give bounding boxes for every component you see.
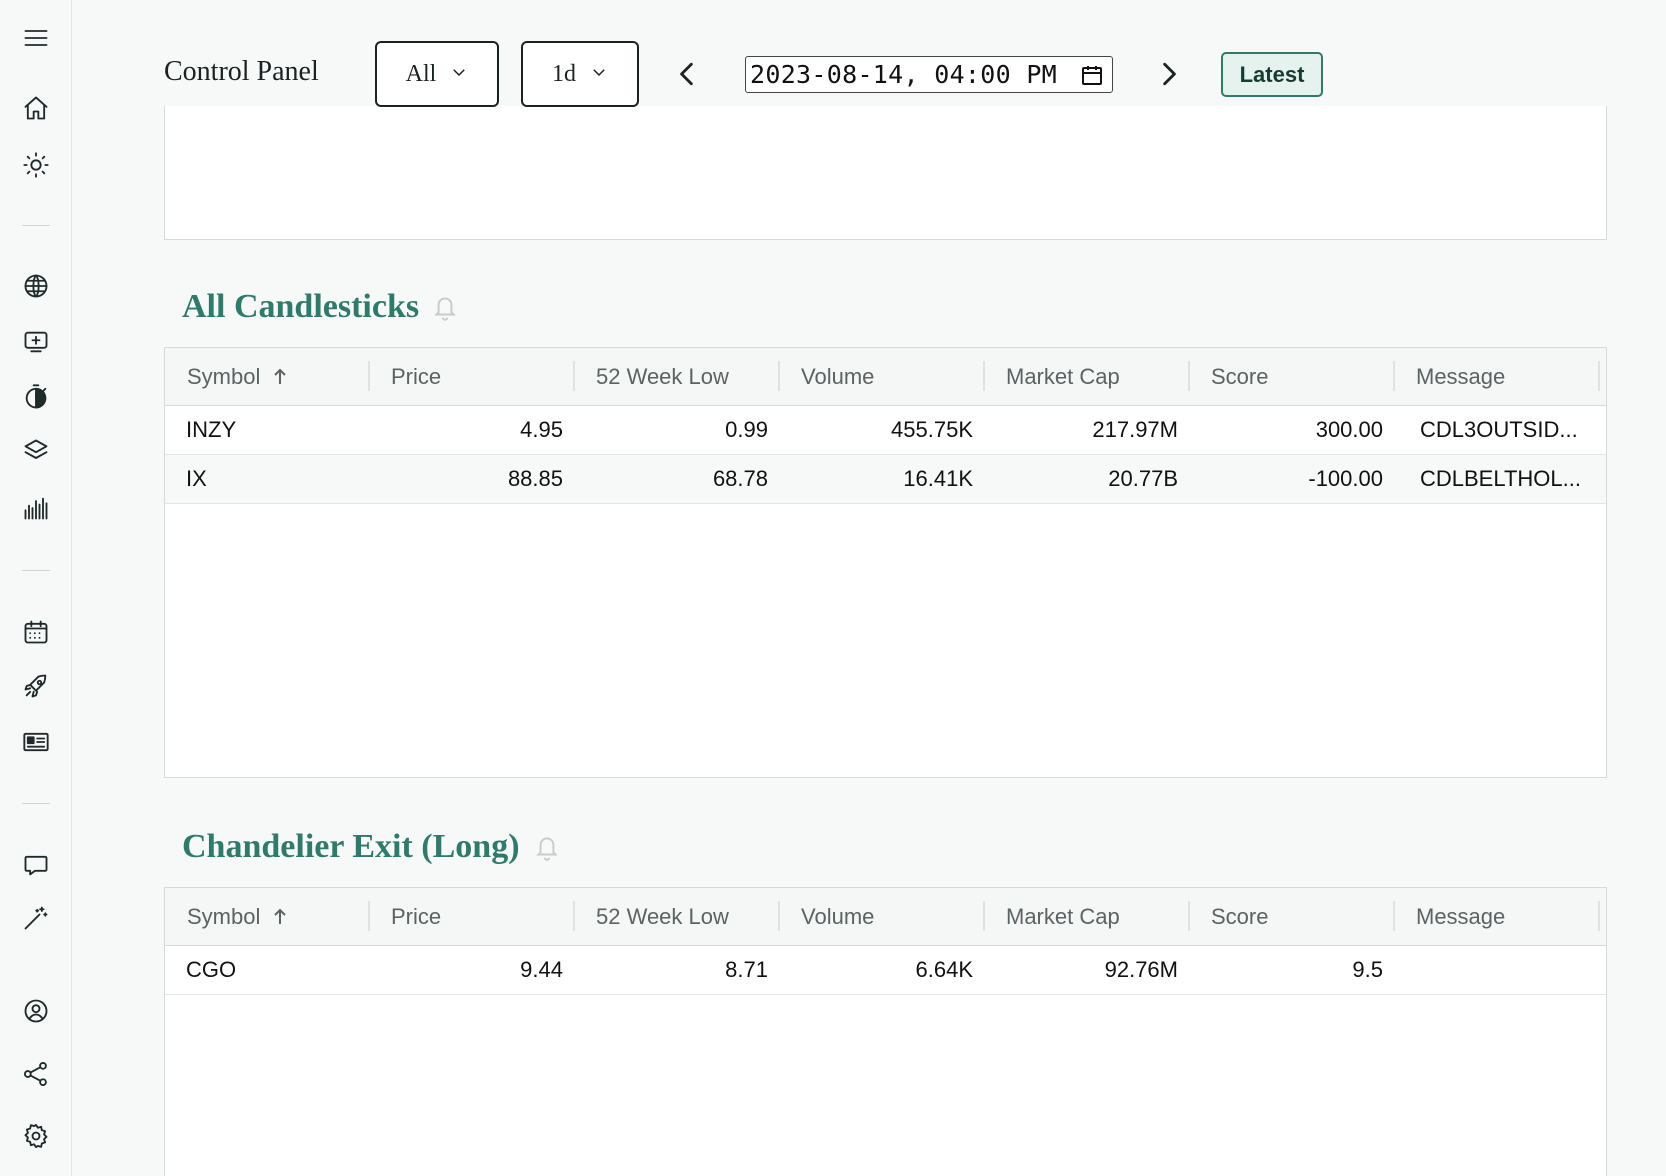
cell-price: 9.44 — [520, 957, 563, 982]
table-row[interactable]: INZY 4.95 0.99 455.75K 217.97M 300.00 CD… — [165, 406, 1606, 455]
next-date-button[interactable] — [1152, 56, 1186, 92]
column-header-message[interactable]: Message — [1416, 888, 1505, 946]
stopwatch-icon[interactable] — [20, 381, 52, 413]
control-panel-header: Control Panel All 1d 2023-08-14, 04:00 P… — [72, 0, 1666, 107]
column-header-market-cap[interactable]: Market Cap — [1006, 348, 1120, 406]
datetime-input-value: 2023-08-14, 04:00 PM — [750, 60, 1058, 89]
column-separator[interactable] — [368, 361, 370, 391]
sidebar-divider — [22, 803, 50, 804]
column-separator[interactable] — [573, 901, 575, 931]
chandelier-exit-long-table: Symbol Price 52 Week Low Volume Market C… — [164, 887, 1607, 1176]
globe-icon[interactable] — [20, 270, 52, 302]
home-icon[interactable] — [20, 92, 52, 124]
column-separator[interactable] — [573, 361, 575, 391]
layers-icon[interactable] — [20, 435, 52, 467]
cell-market-cap: 20.77B — [1108, 466, 1178, 491]
column-separator[interactable] — [1598, 361, 1600, 391]
column-header-market-cap[interactable]: Market Cap — [1006, 888, 1120, 946]
sort-ascending-icon[interactable] — [272, 907, 288, 927]
calendar-icon[interactable] — [20, 616, 52, 648]
user-circle-icon[interactable] — [20, 995, 52, 1027]
latest-button[interactable]: Latest — [1221, 52, 1323, 97]
page-title: Control Panel — [164, 56, 319, 87]
column-separator[interactable] — [1393, 361, 1395, 391]
column-header-message[interactable]: Message — [1416, 348, 1505, 406]
column-separator[interactable] — [778, 901, 780, 931]
column-header-symbol[interactable]: Symbol — [187, 888, 288, 946]
rocket-icon[interactable] — [20, 670, 52, 702]
table-row[interactable]: CGO 9.44 8.71 6.64K 92.76M 9.5 — [165, 946, 1606, 995]
sun-icon[interactable] — [20, 149, 52, 181]
cell-52-week-low: 0.99 — [725, 417, 768, 442]
column-separator[interactable] — [1188, 361, 1190, 391]
cell-symbol[interactable]: CGO — [186, 946, 236, 994]
column-header-symbol[interactable]: Symbol — [187, 348, 288, 406]
table-row[interactable]: IX 88.85 68.78 16.41K 20.77B -100.00 CDL… — [165, 455, 1606, 504]
table-header: Symbol Price 52 Week Low Volume Market C… — [165, 348, 1606, 406]
cell-price: 4.95 — [520, 417, 563, 442]
cell-volume: 455.75K — [891, 417, 973, 442]
newspaper-icon[interactable] — [20, 726, 52, 758]
barcode-chart-icon[interactable] — [20, 492, 52, 524]
column-header-52-week-low[interactable]: 52 Week Low — [596, 348, 729, 406]
menu-icon[interactable] — [20, 22, 52, 54]
sidebar-divider — [22, 570, 50, 571]
column-separator[interactable] — [1393, 901, 1395, 931]
column-header-score[interactable]: Score — [1211, 888, 1268, 946]
column-separator[interactable] — [1598, 901, 1600, 931]
column-header-volume[interactable]: Volume — [801, 888, 874, 946]
cell-message — [1420, 946, 1590, 994]
sidebar — [0, 0, 72, 1176]
section-title-chandelier-exit-long: Chandelier Exit (Long) — [182, 828, 520, 865]
column-header-volume[interactable]: Volume — [801, 348, 874, 406]
section-title-all-candlesticks: All Candlesticks — [182, 288, 420, 325]
cell-52-week-low: 8.71 — [725, 957, 768, 982]
cell-52-week-low: 68.78 — [712, 466, 768, 491]
interval-dropdown[interactable]: 1d — [521, 41, 639, 107]
cell-message: CDLBELTHOL... — [1420, 466, 1581, 491]
chevron-down-icon — [450, 61, 468, 88]
cell-message: CDL3OUTSID... — [1420, 417, 1578, 442]
datetime-input[interactable]: 2023-08-14, 04:00 PM — [745, 56, 1113, 93]
add-display-icon[interactable] — [20, 326, 52, 358]
previous-date-button[interactable] — [670, 56, 704, 92]
chevron-down-icon — [590, 61, 608, 88]
magic-wand-icon[interactable] — [20, 902, 52, 934]
sidebar-divider — [22, 225, 50, 226]
filter-dropdown[interactable]: All — [375, 41, 499, 107]
bell-icon[interactable] — [432, 292, 458, 322]
sort-ascending-icon[interactable] — [272, 367, 288, 387]
column-header-52-week-low[interactable]: 52 Week Low — [596, 888, 729, 946]
column-header-score[interactable]: Score — [1211, 348, 1268, 406]
gear-icon[interactable] — [20, 1120, 52, 1152]
cell-score: 300.00 — [1315, 417, 1383, 442]
column-header-price[interactable]: Price — [391, 888, 441, 946]
interval-dropdown-value: 1d — [552, 60, 576, 87]
column-separator[interactable] — [983, 901, 985, 931]
column-separator[interactable] — [778, 361, 780, 391]
all-candlesticks-table: Symbol Price 52 Week Low Volume Market C… — [164, 347, 1607, 778]
table-header: Symbol Price 52 Week Low Volume Market C… — [165, 888, 1606, 946]
cell-symbol[interactable]: IX — [186, 455, 207, 503]
cell-score: 9.5 — [1352, 957, 1383, 982]
filter-dropdown-value: All — [405, 60, 437, 87]
column-separator[interactable] — [983, 361, 985, 391]
column-separator[interactable] — [368, 901, 370, 931]
chat-icon[interactable] — [20, 849, 52, 881]
cell-market-cap: 217.97M — [1092, 417, 1178, 442]
previous-section-panel — [164, 98, 1607, 240]
cell-volume: 6.64K — [915, 957, 974, 982]
cell-symbol[interactable]: INZY — [186, 406, 236, 454]
column-separator[interactable] — [1188, 901, 1190, 931]
cell-volume: 16.41K — [903, 466, 973, 491]
column-header-price[interactable]: Price — [391, 348, 441, 406]
share-icon[interactable] — [20, 1058, 52, 1090]
cell-score: -100.00 — [1308, 466, 1383, 491]
column-header-label: Symbol — [187, 364, 261, 389]
cell-market-cap: 92.76M — [1104, 957, 1178, 982]
bell-icon[interactable] — [534, 832, 560, 862]
calendar-icon[interactable] — [1080, 63, 1104, 87]
column-header-label: Symbol — [187, 904, 261, 929]
cell-price: 88.85 — [507, 466, 563, 491]
